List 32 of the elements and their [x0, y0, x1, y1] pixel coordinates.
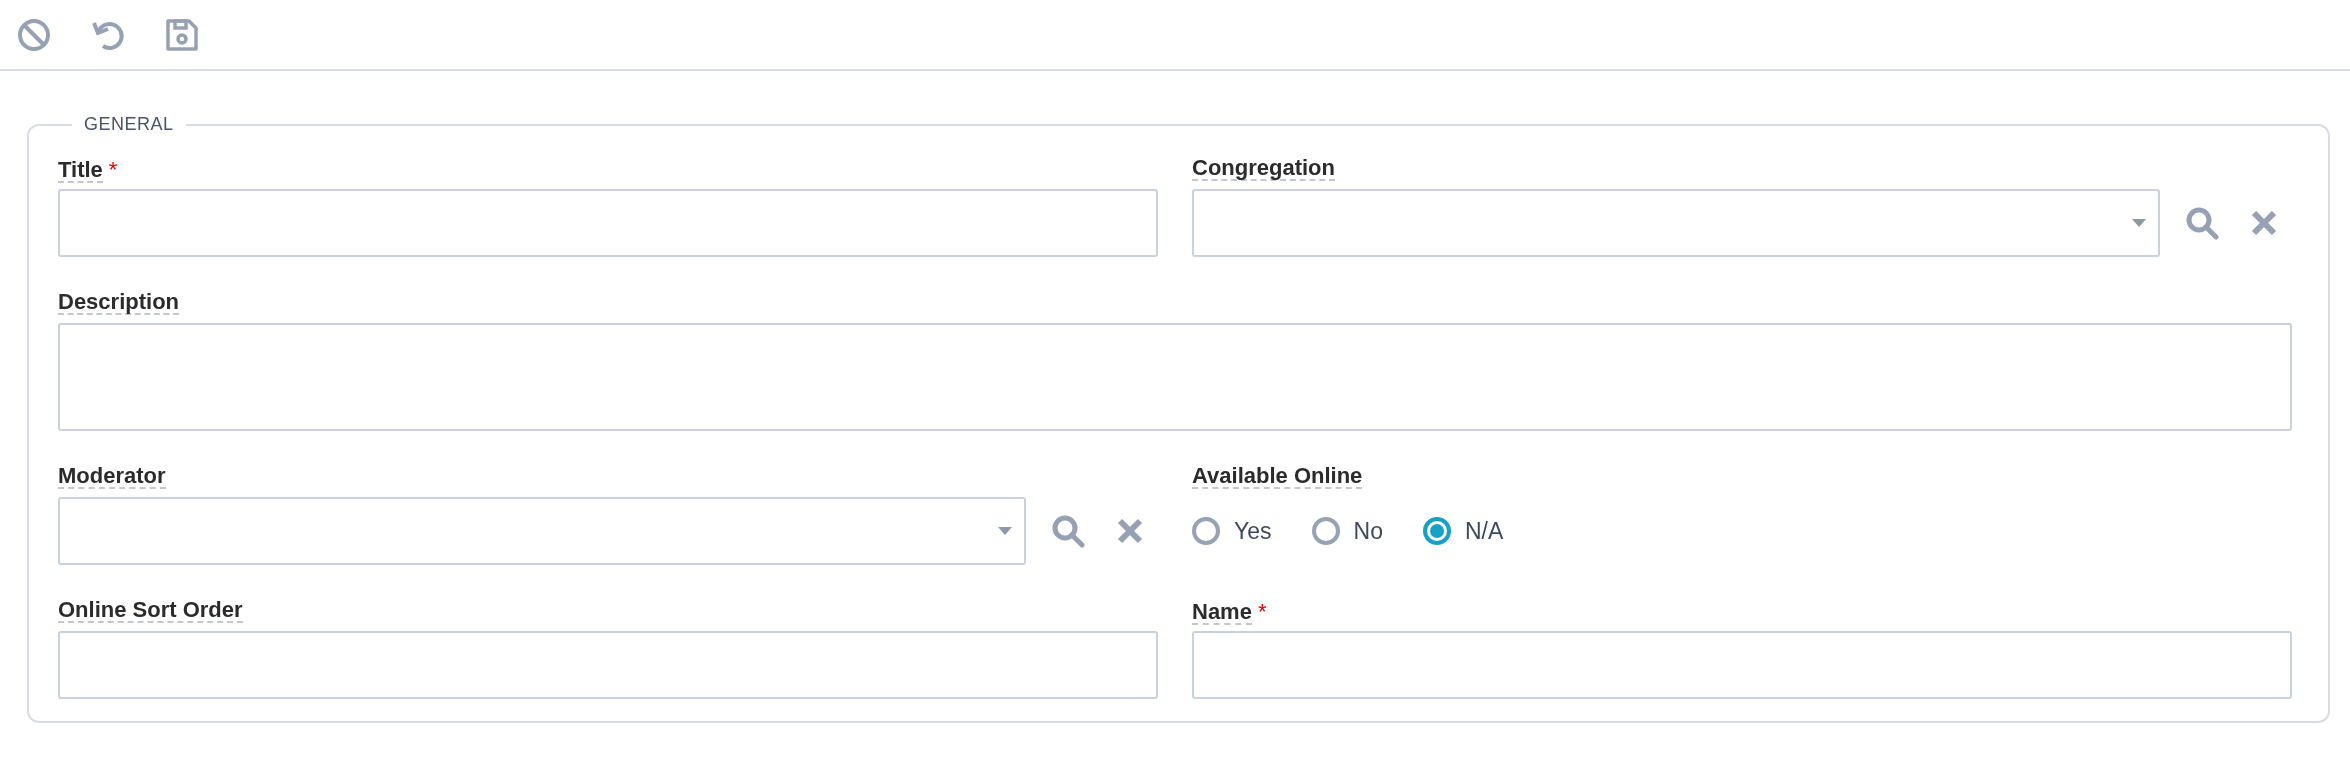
required-marker: * — [1257, 599, 1267, 625]
cancel-icon — [17, 17, 51, 52]
caret-icon — [2132, 219, 2146, 227]
radio-button[interactable] — [1192, 517, 1220, 545]
close-icon — [1117, 518, 1143, 544]
field-label: Description — [58, 291, 180, 315]
radio-option[interactable]: Yes — [1192, 517, 1272, 545]
save-icon — [165, 17, 199, 52]
text-area[interactable] — [58, 323, 2292, 431]
close-icon — [2251, 210, 2277, 236]
text-field[interactable] — [58, 189, 1158, 257]
caret-icon — [998, 527, 1012, 535]
text-field[interactable] — [58, 631, 1158, 699]
radio-button[interactable] — [1422, 517, 1451, 545]
radio-option[interactable]: N/A — [1422, 517, 1504, 545]
field-label: Name — [1192, 601, 1252, 625]
field-label: Title — [58, 159, 103, 183]
required-marker: * — [108, 157, 118, 183]
dropdown-field[interactable] — [1192, 189, 2160, 257]
section-legend: GENERAL — [72, 114, 186, 135]
field-label: Available Online — [1192, 465, 1363, 489]
dropdown-field[interactable] — [58, 497, 1026, 565]
field-label: Congregation — [1192, 157, 1335, 181]
radio-option[interactable]: No — [1311, 517, 1383, 545]
field-label: Online Sort Order — [58, 599, 243, 623]
search-icon — [2185, 206, 2219, 240]
search-icon — [1051, 514, 1085, 548]
field-label: Moderator — [58, 465, 166, 489]
text-field[interactable] — [1192, 631, 2292, 699]
cancel-button[interactable] — [16, 16, 52, 53]
radio-button[interactable] — [1311, 517, 1340, 545]
save-button[interactable] — [164, 16, 200, 53]
